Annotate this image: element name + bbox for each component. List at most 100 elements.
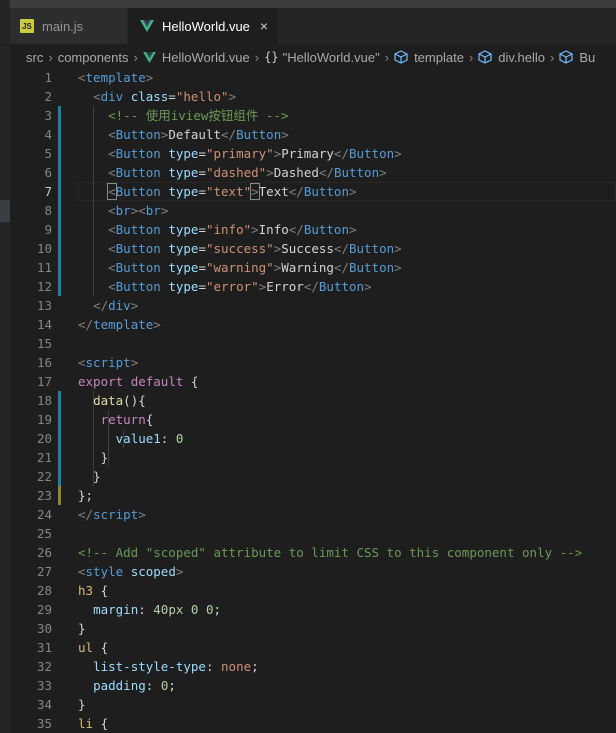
code-line[interactable]: 35 li { <box>10 714 616 733</box>
code-line[interactable]: 28 h3 { <box>10 581 616 600</box>
code-token: Button <box>115 279 161 294</box>
breadcrumb-item-components[interactable]: components <box>58 50 129 65</box>
code-text: margin: 40px 0 0; <box>78 600 221 619</box>
code-line[interactable]: 19 return{ <box>10 410 616 429</box>
breadcrumb-item-src[interactable]: src <box>26 50 43 65</box>
code-token: </ <box>333 146 349 161</box>
line-number: 5 <box>44 146 52 161</box>
code-line[interactable]: 24 </script> <box>10 505 616 524</box>
breadcrumb-item-div-hello[interactable]: div.hello <box>498 50 545 65</box>
tab-label: main.js <box>42 18 84 34</box>
editor-tab-bar: JS main.js HelloWorld.vue × <box>0 8 616 45</box>
breadcrumb-item-template[interactable]: template <box>414 50 464 65</box>
breadcrumb-item-file[interactable]: HelloWorld.vue <box>162 50 250 65</box>
code-line[interactable]: 16 <script> <box>10 353 616 372</box>
git-change-marker[interactable] <box>58 277 61 296</box>
git-change-marker[interactable] <box>58 429 61 448</box>
code-line[interactable]: 10 <Button type="success">Success</Butto… <box>10 239 616 258</box>
code-token: : <box>205 659 222 674</box>
git-change-marker[interactable] <box>58 467 61 486</box>
code-token: } <box>78 697 86 712</box>
code-line[interactable]: 4 <Button>Default</Button> <box>10 125 616 144</box>
code-text: ul { <box>78 638 108 657</box>
close-tab-icon[interactable]: × <box>260 18 268 34</box>
code-line[interactable]: 3 <!-- 使用iview按钮组件 --> <box>10 106 616 125</box>
code-line[interactable]: 22 } <box>10 467 616 486</box>
git-change-marker[interactable] <box>58 220 61 239</box>
chevron-right-icon: › <box>133 49 138 65</box>
git-change-marker[interactable] <box>58 106 61 125</box>
code-token: < <box>78 355 86 370</box>
code-line[interactable]: 21 } <box>10 448 616 467</box>
code-line[interactable]: 17 export default { <box>10 372 616 391</box>
code-line[interactable]: 6 <Button type="dashed">Dashed</Button> <box>10 163 616 182</box>
code-line[interactable]: 33 padding: 0; <box>10 676 616 695</box>
code-text: } <box>78 448 109 467</box>
js-file-icon: JS <box>20 19 34 33</box>
tab-main-js[interactable]: JS main.js <box>10 8 128 44</box>
code-line[interactable]: 29 margin: 40px 0 0; <box>10 600 616 619</box>
code-line[interactable]: 14 </template> <box>10 315 616 334</box>
code-line[interactable]: 11 <Button type="warning">Warning</Butto… <box>10 258 616 277</box>
code-line[interactable]: 8 <br><br> <box>10 201 616 220</box>
code-text: <Button type="dashed">Dashed</Button> <box>78 163 387 182</box>
code-token: default <box>130 374 184 389</box>
code-token: } <box>78 469 101 484</box>
code-line[interactable]: 2 <div class="hello"> <box>10 87 616 106</box>
git-change-marker[interactable] <box>58 163 61 182</box>
code-text: </div> <box>78 296 138 315</box>
code-token: br <box>145 203 161 218</box>
line-number: 15 <box>36 336 52 351</box>
git-change-marker[interactable] <box>58 201 61 220</box>
code-token: Button <box>115 260 161 275</box>
code-line[interactable]: 23}; <box>10 486 616 505</box>
git-change-marker[interactable] <box>58 239 61 258</box>
code-line[interactable]: 1 <template> <box>10 68 616 87</box>
code-token: "error" <box>205 279 259 294</box>
git-change-marker[interactable] <box>58 144 61 163</box>
breadcrumb-item-button[interactable]: Bu <box>579 50 595 65</box>
code-token: > <box>251 222 259 237</box>
tab-helloworld-vue[interactable]: HelloWorld.vue × <box>128 8 278 44</box>
code-line[interactable]: 18 data(){ <box>10 391 616 410</box>
code-token: <!-- Add "scoped" attribute to limit CSS… <box>78 545 583 560</box>
code-line[interactable]: 30} <box>10 619 616 638</box>
code-token: = <box>198 184 206 199</box>
code-line[interactable]: 26 <!-- Add "scoped" attribute to limit C… <box>10 543 616 562</box>
code-token: > <box>364 279 372 294</box>
code-token: div <box>100 89 124 104</box>
code-editor[interactable]: 1 <template> 2 <div class="hello"> 3 <!-- 使… <box>10 68 616 733</box>
git-change-marker[interactable] <box>58 125 61 144</box>
git-change-marker[interactable] <box>58 448 61 467</box>
git-change-marker[interactable] <box>58 486 61 505</box>
code-token: Button <box>348 241 395 256</box>
code-line[interactable]: 13 </div> <box>10 296 616 315</box>
git-change-marker[interactable] <box>58 258 61 277</box>
code-text: </script> <box>78 505 146 524</box>
git-change-marker[interactable] <box>58 391 61 410</box>
code-token: < <box>107 183 117 200</box>
git-change-marker[interactable] <box>58 410 61 429</box>
code-line[interactable]: 9 <Button type="info">Info</Button> <box>10 220 616 239</box>
code-line[interactable]: 20 value1: 0 <box>10 429 616 448</box>
code-line[interactable]: 7 <Button type="text">Text</Button> <box>10 182 616 201</box>
code-line[interactable]: 25 <box>10 524 616 543</box>
code-line[interactable]: 27 <style scoped> <box>10 562 616 581</box>
line-number: 16 <box>36 355 52 370</box>
code-token: Default <box>168 127 222 142</box>
breadcrumb-item-module[interactable]: "HelloWorld.vue" <box>283 50 380 65</box>
code-line[interactable]: 12 <Button type="error">Error</Button> <box>10 277 616 296</box>
code-token: Warning <box>281 260 334 275</box>
code-token: h3 <box>78 583 94 598</box>
code-line[interactable]: 31 ul { <box>10 638 616 657</box>
code-line[interactable]: 15 <box>10 334 616 353</box>
code-line[interactable]: 32 list-style-type: none; <box>10 657 616 676</box>
git-change-marker[interactable] <box>58 182 61 201</box>
code-token: </ <box>78 507 94 522</box>
code-text: <br><br> <box>78 201 168 220</box>
code-line[interactable]: 34} <box>10 695 616 714</box>
code-token: type <box>168 222 199 237</box>
code-line[interactable]: 5 <Button type="primary">Primary</Button… <box>10 144 616 163</box>
